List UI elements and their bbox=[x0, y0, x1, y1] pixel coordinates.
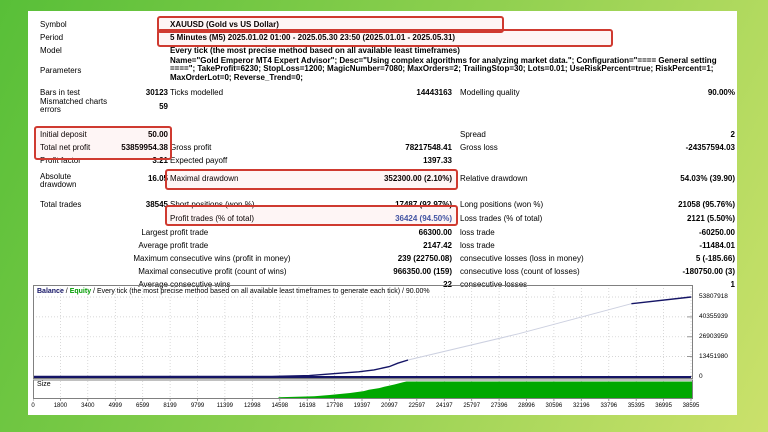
row-period: Period 5 Minutes (M5) 2025.01.02 01:00 -… bbox=[28, 31, 737, 44]
max-consecutive-profit-value: 966350.00 (159) bbox=[393, 267, 452, 276]
x-tick-label: 12998 bbox=[243, 403, 261, 409]
parameters-label: Parameters bbox=[40, 66, 82, 75]
row-maximum-consecutive: Maximum consecutive wins (profit in mone… bbox=[28, 252, 737, 265]
x-tick-label: 8199 bbox=[163, 403, 177, 409]
x-tick-label: 36995 bbox=[655, 403, 672, 409]
spread-value: 2 bbox=[730, 130, 735, 139]
chart-canvas bbox=[32, 285, 693, 401]
x-tick-label: 17798 bbox=[326, 403, 343, 409]
x-tick-label: 32196 bbox=[572, 403, 590, 409]
x-tick-label: 30596 bbox=[545, 403, 563, 409]
expected-payoff-value: 1397.33 bbox=[423, 156, 452, 165]
symbol-value: XAUUSD (Gold vs US Dollar) bbox=[170, 20, 279, 29]
largest-group-label: Largest bbox=[141, 228, 168, 237]
row-largest: Largest profit trade 66300.00 loss trade… bbox=[28, 226, 737, 239]
x-tick-label: 33796 bbox=[600, 403, 618, 409]
modelling-quality-value: 90.00% bbox=[707, 88, 735, 97]
average-loss-trade-value: -11484.01 bbox=[699, 241, 735, 250]
chart-method-text: Every tick (the most precise method base… bbox=[96, 288, 430, 295]
x-tick-label: 6599 bbox=[136, 403, 150, 409]
profit-trades-value: 36424 (94.50%) bbox=[395, 214, 452, 223]
row-maximal-consecutive: Maximal consecutive profit (count of win… bbox=[28, 265, 737, 278]
row-bars: Bars in test 30123 Ticks modelled 144431… bbox=[28, 86, 737, 99]
max-consecutive-losses-value: 5 (-185.66) bbox=[695, 254, 735, 263]
size-panel-label: Size bbox=[37, 381, 51, 388]
max-consecutive-loss-value: -180750.00 (3) bbox=[682, 267, 735, 276]
y-tick-label: 40355939 bbox=[699, 312, 728, 320]
largest-loss-trade-value: -60250.00 bbox=[698, 228, 735, 237]
loss-trades-value: 2121 (5.50%) bbox=[686, 214, 735, 223]
x-tick-label: 0 bbox=[31, 403, 35, 409]
x-tick-label: 22597 bbox=[408, 403, 426, 409]
row-symbol: Symbol XAUUSD (Gold vs US Dollar) bbox=[28, 18, 737, 31]
model-label: Model bbox=[40, 46, 62, 55]
row-profit-factor: Profit factor 3.21 Expected payoff 1397.… bbox=[28, 154, 737, 167]
y-tick-label: 26903959 bbox=[699, 332, 728, 340]
gross-profit-value: 78217548.41 bbox=[405, 143, 452, 152]
ticks-modelled-value: 14443163 bbox=[416, 88, 452, 97]
relative-drawdown-value: 54.03% (39.90) bbox=[680, 174, 735, 183]
equity-legend-label: Equity bbox=[69, 288, 92, 295]
x-tick-label: 24197 bbox=[435, 403, 453, 409]
report-panel: Symbol XAUUSD (Gold vs US Dollar) Period… bbox=[28, 11, 737, 415]
period-label: Period bbox=[40, 33, 64, 42]
mismatched-charts-errors-value: 59 bbox=[159, 102, 168, 111]
x-tick-label: 25797 bbox=[463, 403, 481, 409]
row-profit-trades: Profit trades (% of total) 36424 (94.50%… bbox=[28, 206, 737, 223]
max-consecutive-wins-value: 239 (22750.08) bbox=[397, 254, 452, 263]
x-tick-label: 14598 bbox=[271, 403, 289, 409]
chart-legend: Balance / Equity / Every tick (the most … bbox=[37, 287, 430, 296]
maximal-drawdown-value: 352300.00 (2.10%) bbox=[383, 174, 452, 183]
x-tick-label: 38595 bbox=[682, 403, 700, 409]
gross-loss-value: -24357594.03 bbox=[685, 143, 735, 152]
maximum-group-label: Maximum bbox=[133, 254, 168, 263]
total-net-profit-value: 53859954.38 bbox=[121, 143, 168, 152]
balance-legend-label: Balance bbox=[37, 288, 64, 295]
x-tick-label: 20997 bbox=[381, 403, 398, 409]
average-profit-trade-value: 2147.42 bbox=[423, 241, 452, 250]
initial-deposit-value: 50.00 bbox=[147, 130, 168, 139]
x-tick-label: 3400 bbox=[81, 403, 95, 409]
row-net-profit: Total net profit 53859954.38 Gross profi… bbox=[28, 141, 737, 154]
x-tick-label: 4999 bbox=[108, 403, 122, 409]
average-group-label: Average bbox=[138, 241, 168, 250]
x-tick-label: 9799 bbox=[190, 403, 205, 409]
x-tick-label: 1800 bbox=[53, 403, 68, 409]
x-tick-label: 19397 bbox=[353, 403, 371, 409]
row-average-trade: Average profit trade 2147.42 loss trade … bbox=[28, 239, 737, 252]
y-tick-label: 0 bbox=[699, 372, 703, 380]
parameters-value: Name="Gold Emperor MT4 Expert Advisor"; … bbox=[170, 56, 717, 82]
balance-chart: Balance / Equity / Every tick (the most … bbox=[31, 285, 733, 410]
row-drawdown: Maximal drawdown 352300.00 (2.10%) Relat… bbox=[28, 172, 737, 185]
symbol-label: Symbol bbox=[40, 20, 67, 29]
largest-profit-trade-value: 66300.00 bbox=[418, 228, 452, 237]
x-tick-label: 11399 bbox=[216, 403, 234, 409]
period-value: 5 Minutes (M5) 2025.01.02 01:00 - 2025.0… bbox=[170, 33, 456, 42]
x-tick-label: 35395 bbox=[627, 403, 645, 409]
y-tick-label: 53807918 bbox=[699, 293, 728, 300]
x-tick-label: 28996 bbox=[518, 403, 535, 409]
profit-factor-value: 3.21 bbox=[152, 156, 168, 165]
row-initial-deposit: Initial deposit 50.00 Spread 2 bbox=[28, 128, 737, 141]
y-tick-label: 13451980 bbox=[699, 352, 728, 360]
x-tick-label: 27396 bbox=[490, 403, 508, 409]
maximal-group-label: Maximal bbox=[138, 267, 168, 276]
x-tick-label: 16198 bbox=[298, 403, 316, 409]
mt4-backtest-report-screenshot: { "report": { "symbol_label": "Symbol", … bbox=[0, 0, 768, 432]
